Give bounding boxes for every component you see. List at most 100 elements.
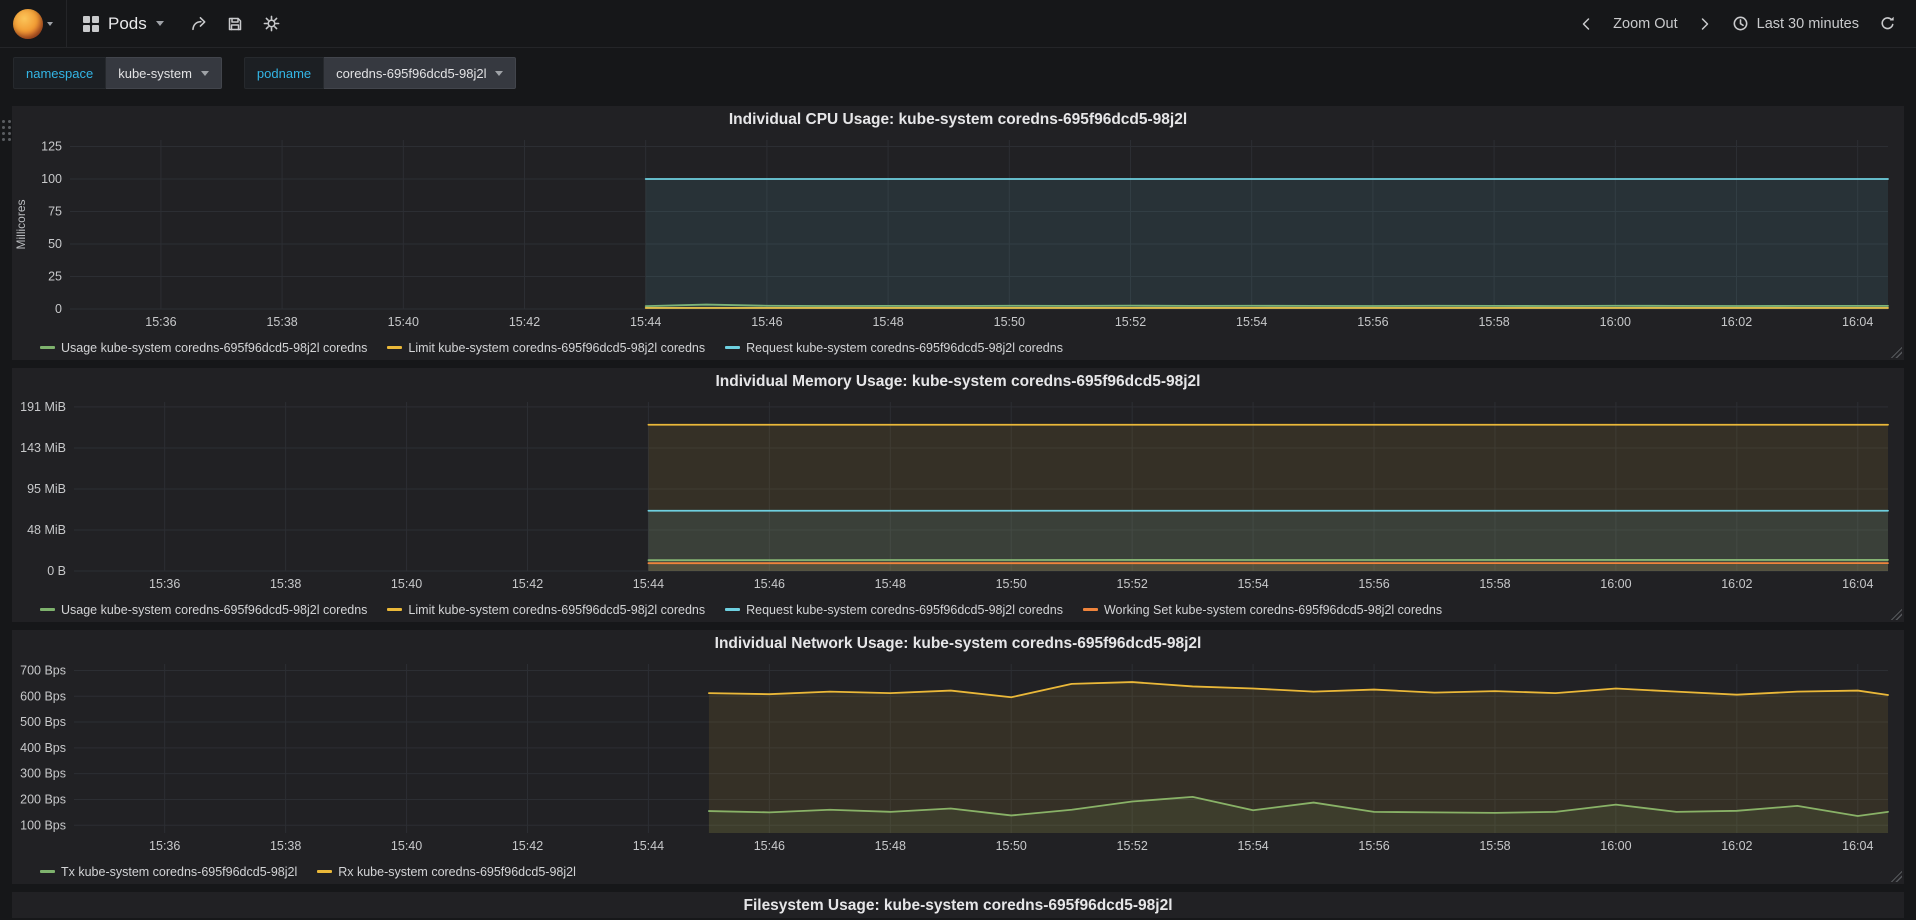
- legend-item[interactable]: Request kube-system coredns-695f96dcd5-9…: [725, 603, 1063, 617]
- x-axis-tick-label: 15:58: [1479, 839, 1510, 853]
- x-axis-tick-label: 15:58: [1479, 577, 1510, 591]
- legend-series-color-icon: [387, 608, 403, 611]
- x-axis-tick-label: 15:36: [145, 315, 176, 329]
- variable-namespace-value: kube-system: [118, 65, 192, 81]
- y-axis-tick-label: 300 Bps: [20, 767, 66, 781]
- share-dashboard-button[interactable]: [180, 0, 217, 47]
- legend-item[interactable]: Limit kube-system coredns-695f96dcd5-98j…: [387, 603, 705, 617]
- legend-series-color-icon: [40, 870, 55, 873]
- x-axis-tick-label: 16:04: [1842, 577, 1873, 591]
- dashboard-title: Pods: [108, 13, 147, 33]
- time-shift-forward-button[interactable]: [1688, 0, 1722, 47]
- chart-svg: 15:36 15:38 15:40 15:42 15:44 15:46 15:48 15:50…: [20, 663, 1889, 853]
- zoom-out-label: Zoom Out: [1613, 15, 1678, 32]
- variable-podname-label[interactable]: podname: [243, 57, 325, 89]
- x-axis-tick-label: 16:04: [1842, 315, 1873, 329]
- chevron-down-icon: [200, 70, 209, 76]
- chevron-down-icon: [155, 21, 164, 26]
- dashboard-grid-icon: [83, 15, 99, 32]
- y-axis-tick-label: 143 MiB: [20, 441, 66, 455]
- graph-panel-2: Individual Memory Usage: kube-system cor…: [12, 368, 1904, 622]
- x-axis-tick-label: 16:02: [1721, 577, 1752, 591]
- graph-panel-4-filesystem: Filesystem Usage: kube-system coredns-69…: [12, 892, 1904, 918]
- chevron-down-icon: [495, 70, 504, 76]
- variable-podname-value: coredns-695f96dcd5-98j2l: [336, 65, 487, 81]
- x-axis-tick-label: 16:04: [1842, 839, 1873, 853]
- x-axis-tick-label: 16:00: [1600, 839, 1631, 853]
- panel-title[interactable]: Individual Network Usage: kube-system co…: [12, 630, 1904, 658]
- y-axis-tick-label: 600 Bps: [20, 689, 66, 703]
- x-axis-tick-label: 15:40: [391, 577, 422, 591]
- legend-item[interactable]: Usage kube-system coredns-695f96dcd5-98j…: [40, 603, 367, 617]
- legend-item[interactable]: Usage kube-system coredns-695f96dcd5-98j…: [40, 341, 367, 355]
- zoom-out-button[interactable]: Zoom Out: [1603, 0, 1687, 47]
- panel-resize-handle[interactable]: [1891, 871, 1902, 882]
- legend-item[interactable]: Working Set kube-system coredns-695f96dc…: [1082, 602, 1443, 617]
- variable-podname-value-dropdown[interactable]: coredns-695f96dcd5-98j2l: [324, 57, 517, 89]
- dashboard-settings-button[interactable]: [253, 0, 290, 47]
- legend-item[interactable]: Request kube-system coredns-695f96dcd5-9…: [725, 341, 1063, 355]
- y-axis-tick-label: 25: [48, 270, 62, 284]
- panel-title[interactable]: Individual Memory Usage: kube-system cor…: [12, 368, 1904, 396]
- panel-resize-handle[interactable]: [1891, 609, 1902, 620]
- chart-plot-area[interactable]: 15:36 15:38 15:40 15:42 15:44 15:46 15:48 15:50…: [12, 658, 1904, 859]
- legend-item[interactable]: Tx kube-system coredns-695f96dcd5-98j2l: [40, 865, 297, 879]
- y-axis-tick-label: 48 MiB: [27, 523, 66, 537]
- legend-series-label: Usage kube-system coredns-695f96dcd5-98j…: [61, 340, 368, 355]
- legend-series-label: Request kube-system coredns-695f96dcd5-9…: [746, 602, 1063, 617]
- legend-series-label: Usage kube-system coredns-695f96dcd5-98j…: [61, 602, 368, 617]
- refresh-button[interactable]: [1869, 0, 1906, 47]
- variable-podname: podname coredns-695f96dcd5-98j2l: [243, 57, 517, 89]
- grafana-dashboard: { "nav": { "dashboard_title": "Pods", "z…: [0, 0, 1916, 920]
- x-axis-tick-label: 15:36: [149, 577, 180, 591]
- x-axis-tick-label: 16:02: [1721, 315, 1752, 329]
- x-axis-tick-label: 16:02: [1721, 839, 1752, 853]
- y-axis-tick-label: 75: [48, 205, 62, 219]
- x-axis-tick-label: 15:50: [996, 839, 1027, 853]
- legend-item[interactable]: Rx kube-system coredns-695f96dcd5-98j2l: [317, 865, 576, 879]
- chart-plot-area[interactable]: 15:36 15:38 15:40 15:42 15:44 15:46 15:48 15:50…: [12, 396, 1904, 597]
- graph-panel-1: Individual CPU Usage: kube-system coredn…: [12, 106, 1904, 360]
- chevron-down-icon: [47, 21, 53, 26]
- x-axis-tick-label: 15:44: [630, 315, 661, 329]
- x-axis-tick-label: 16:00: [1600, 315, 1631, 329]
- time-shift-back-button[interactable]: [1569, 0, 1603, 47]
- variable-namespace-label[interactable]: namespace: [13, 57, 107, 89]
- y-axis-tick-label: 125: [41, 140, 62, 154]
- panel-title[interactable]: Individual CPU Usage: kube-system coredn…: [12, 106, 1904, 134]
- chart-svg: 15:36 15:38 15:40 15:42 15:44 15:46 15:48 15:50…: [14, 140, 1889, 329]
- x-axis-tick-label: 15:36: [149, 839, 180, 853]
- top-nav-bar: Pods Zoom Out Last 30 minutes: [0, 0, 1916, 48]
- legend-series-label: Working Set kube-system coredns-695f96dc…: [1103, 602, 1443, 617]
- panel-title[interactable]: Filesystem Usage: kube-system coredns-69…: [12, 892, 1904, 918]
- dashboard-picker-button[interactable]: Pods: [67, 0, 180, 47]
- x-axis-tick-label: 15:40: [391, 839, 422, 853]
- time-range-label: Last 30 minutes: [1756, 15, 1859, 32]
- chart-legend: Usage kube-system coredns-695f96dcd5-98j…: [12, 597, 1904, 622]
- x-axis-tick-label: 15:54: [1236, 315, 1267, 329]
- grafana-main-menu-button[interactable]: [0, 0, 67, 47]
- nav-left-group: Pods: [0, 0, 290, 47]
- legend-item[interactable]: Limit kube-system coredns-695f96dcd5-98j…: [387, 341, 705, 355]
- chart-plot-area[interactable]: 15:36 15:38 15:40 15:42 15:44 15:46 15:48 15:50…: [12, 134, 1904, 335]
- x-axis-tick-label: 15:52: [1117, 577, 1148, 591]
- y-axis-tick-label: 191 MiB: [20, 400, 66, 414]
- x-axis-tick-label: 15:52: [1115, 315, 1146, 329]
- panel-resize-handle[interactable]: [1891, 347, 1902, 358]
- chevron-right-icon: [1701, 17, 1708, 30]
- legend-series-label: Tx kube-system coredns-695f96dcd5-98j2l: [61, 864, 298, 879]
- save-dashboard-button[interactable]: [217, 0, 253, 47]
- nav-right-group: Zoom Out Last 30 minutes: [1569, 0, 1906, 47]
- y-axis-tick-label: 400 Bps: [20, 741, 66, 755]
- x-axis-tick-label: 15:56: [1358, 577, 1389, 591]
- x-axis-tick-label: 15:42: [512, 577, 543, 591]
- dashboard-panels: Individual CPU Usage: kube-system coredn…: [0, 98, 1916, 918]
- panel-drag-handle[interactable]: [2, 120, 11, 141]
- clock-icon: [1733, 16, 1748, 31]
- legend-series-color-icon: [40, 608, 55, 611]
- x-axis-tick-label: 15:38: [270, 839, 301, 853]
- template-variables-bar: namespace kube-system podname coredns-69…: [0, 48, 1916, 98]
- x-axis-tick-label: 15:38: [270, 577, 301, 591]
- variable-namespace-value-dropdown[interactable]: kube-system: [106, 57, 222, 89]
- time-range-picker-button[interactable]: Last 30 minutes: [1722, 0, 1869, 47]
